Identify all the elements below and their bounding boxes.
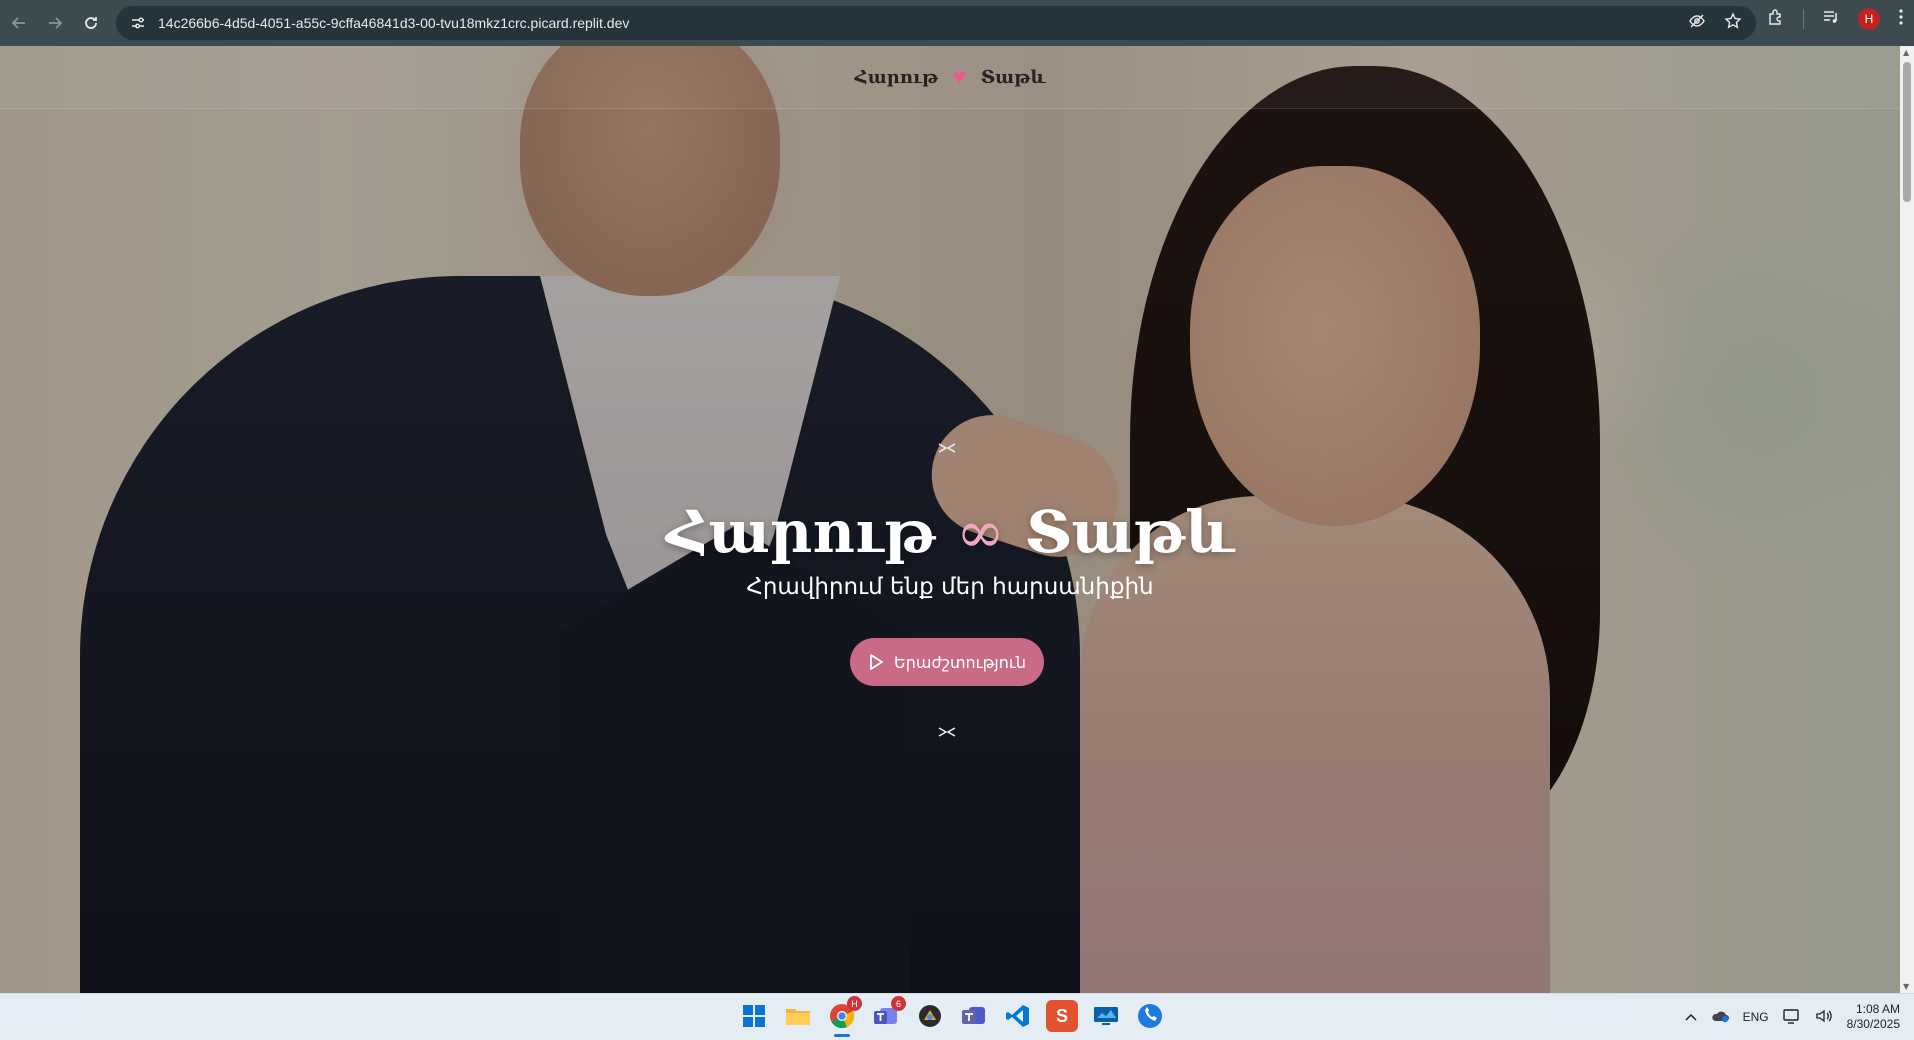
scroll-thumb[interactable] — [1903, 62, 1911, 202]
app-circle-icon[interactable] — [914, 1000, 946, 1032]
ornament-top-icon — [937, 438, 957, 457]
url-text[interactable]: 14c266b6-4d5d-4051-a55c-9cffa46841d3-00-… — [158, 15, 629, 31]
network-icon[interactable] — [1782, 1008, 1801, 1027]
sublime-icon[interactable]: S — [1046, 1000, 1078, 1032]
teams-notification-badge: 6 — [891, 996, 906, 1011]
teams-icon[interactable]: 6 — [870, 996, 906, 1032]
star-icon[interactable] — [1724, 12, 1742, 34]
top-navbar: Հարութ ♥ Տաթև — [0, 46, 1900, 109]
file-explorer-icon[interactable] — [782, 1000, 814, 1032]
hero-groom-name: Հարութ — [666, 498, 937, 566]
play-icon — [870, 654, 883, 670]
browser-toolbar: 14c266b6-4d5d-4051-a55c-9cffa46841d3-00-… — [0, 0, 1914, 46]
ornament-bottom-icon — [937, 722, 957, 741]
clock-date: 8/30/2025 — [1846, 1017, 1900, 1031]
hero-bride-name: Տաթև — [1024, 498, 1234, 566]
music-button-label: Երաժշտություն — [894, 652, 1026, 672]
clock-time: 1:08 AM — [1855, 1002, 1900, 1016]
onedrive-icon[interactable] — [1711, 1009, 1729, 1026]
language-indicator[interactable]: ENG — [1743, 1010, 1769, 1024]
back-icon[interactable] — [2, 6, 36, 40]
windows-taskbar: H 6 S ENG 1:08 AM 8/30/2025 — [0, 993, 1914, 1040]
scroll-down-icon[interactable]: ▼ — [1903, 982, 1909, 991]
hero-subtitle: Հրավիրում ենք մեր հարսանիքին — [746, 574, 1154, 600]
forward-icon[interactable] — [38, 6, 72, 40]
chrome-profile-badge: H — [847, 996, 862, 1011]
nav-groom-name[interactable]: Հարութ — [854, 67, 938, 88]
heart-icon: ♥ — [952, 67, 967, 87]
volume-icon[interactable] — [1815, 1008, 1833, 1027]
wedding-page: Հարութ ♥ Տաթև Հարութ ∞ Տաթև Հրավիրում են… — [0, 46, 1900, 993]
phone-link-icon[interactable] — [1134, 1000, 1166, 1032]
site-info-icon[interactable] — [126, 11, 150, 35]
menu-icon[interactable] — [1898, 8, 1904, 30]
extensions-icon[interactable] — [1767, 8, 1785, 30]
eye-off-icon[interactable] — [1688, 12, 1706, 34]
system-clock[interactable]: 1:08 AM 8/30/2025 — [1847, 1002, 1900, 1032]
toolbar-separator — [1803, 9, 1804, 29]
vscode-icon[interactable] — [1002, 1000, 1034, 1032]
reload-icon[interactable] — [74, 6, 108, 40]
remote-desktop-icon[interactable] — [1090, 1000, 1122, 1032]
chrome-icon[interactable]: H — [826, 996, 862, 1037]
system-tray: ENG 1:08 AM 8/30/2025 — [1685, 1002, 1900, 1032]
address-bar[interactable]: 14c266b6-4d5d-4051-a55c-9cffa46841d3-00-… — [116, 6, 1756, 40]
scroll-up-icon[interactable]: ▲ — [1903, 48, 1909, 57]
chevron-up-icon[interactable] — [1685, 1010, 1697, 1024]
nav-bride-name[interactable]: Տաթև — [981, 67, 1046, 88]
music-button[interactable]: Երաժշտություն — [850, 638, 1044, 686]
windows-start-icon[interactable] — [738, 1000, 770, 1032]
profile-avatar[interactable]: H — [1858, 8, 1880, 30]
hero-title: Հարութ ∞ Տաթև — [0, 498, 1900, 566]
teams-alt-icon[interactable] — [958, 1000, 990, 1032]
infinity-symbol: ∞ — [956, 498, 1005, 566]
page-scrollbar[interactable]: ▲ ▼ — [1900, 46, 1914, 993]
media-icon[interactable] — [1822, 8, 1840, 30]
sublime-letter: S — [1055, 1005, 1068, 1026]
